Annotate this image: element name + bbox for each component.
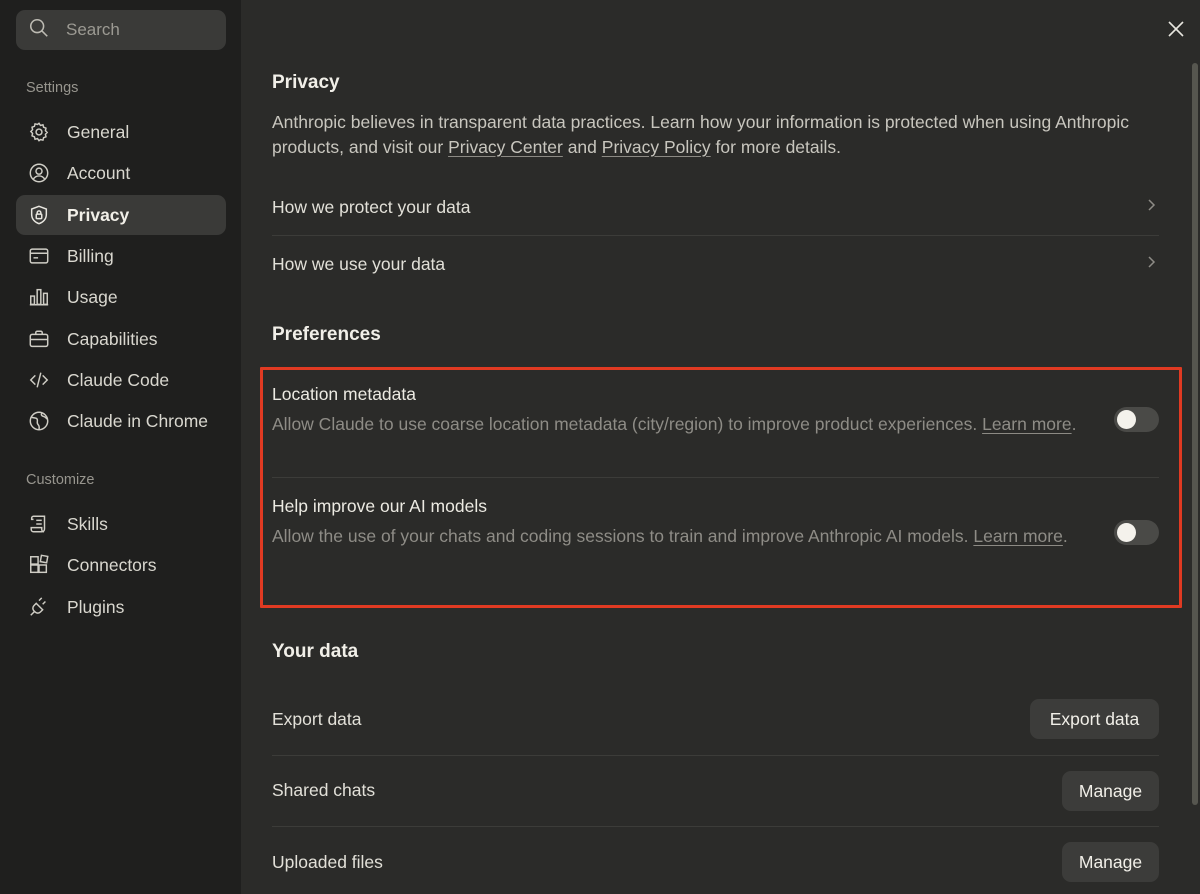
sidebar-item-label: Privacy (67, 204, 130, 225)
sidebar-item-label: General (67, 121, 130, 142)
help-improve-toggle[interactable] (1114, 520, 1159, 545)
sidebar-item-account[interactable]: Account (16, 153, 226, 193)
help-improve-title: Help improve our AI models (272, 496, 487, 516)
sidebar-item-label: Claude in Chrome (67, 410, 209, 431)
divider (272, 755, 1159, 756)
sidebar-item-label: Usage (67, 286, 118, 307)
sidebar-item-label: Plugins (67, 596, 125, 617)
sidebar-item-label: Connectors (67, 554, 157, 575)
row-label: Export data (272, 708, 362, 729)
privacy-description: Anthropic believes in transparent data p… (272, 110, 1132, 160)
divider (272, 477, 1159, 478)
sidebar-item-claude-in-chrome[interactable]: Claude in Chrome (16, 401, 226, 441)
divider (272, 826, 1159, 827)
sidebar-item-privacy[interactable]: Privacy (16, 195, 226, 235)
pref-desc-text: Allow Claude to use coarse location meta… (272, 414, 983, 434)
location-metadata-description: Allow Claude to use coarse location meta… (272, 414, 1077, 434)
row-label: How we protect your data (272, 196, 471, 217)
scrollbar[interactable] (1192, 63, 1198, 805)
settings-content: Privacy Anthropic believes in transparen… (241, 0, 1200, 894)
sidebar-item-connectors[interactable]: Connectors (16, 545, 226, 585)
briefcase-icon (28, 328, 50, 350)
sidebar-item-label: Skills (67, 513, 108, 534)
sidebar-item-label: Claude Code (67, 369, 170, 390)
sidebar: Search Settings General Account Privacy (0, 0, 241, 894)
shared-chats-row: Shared chats (272, 778, 1159, 802)
sidebar-item-skills[interactable]: Skills (16, 504, 226, 544)
user-circle-icon (28, 162, 50, 184)
location-metadata-title: Location metadata (272, 384, 416, 404)
toggle-knob (1117, 410, 1136, 429)
row-label: Shared chats (272, 779, 376, 800)
how-we-use-row[interactable]: How we use your data (272, 252, 1159, 276)
settings-window: Search Settings General Account Privacy (0, 0, 1200, 894)
sidebar-item-label: Capabilities (67, 328, 158, 349)
credit-card-icon (28, 245, 50, 267)
blocks-icon (28, 554, 50, 576)
gear-icon (28, 121, 50, 143)
your-data-heading: Your data (272, 641, 359, 662)
toggle-knob (1117, 523, 1136, 542)
search-input[interactable]: Search (16, 10, 226, 50)
learn-more-link[interactable]: Learn more (982, 414, 1072, 434)
settings-section-label: Settings (26, 80, 79, 96)
privacy-desc-and: and (562, 137, 602, 157)
sidebar-item-capabilities[interactable]: Capabilities (16, 319, 226, 359)
plug-icon (28, 596, 50, 618)
customize-section-label: Customize (26, 472, 95, 488)
sidebar-item-plugins[interactable]: Plugins (16, 587, 226, 627)
scroll-icon (28, 513, 50, 535)
sidebar-item-claude-code[interactable]: Claude Code (16, 360, 226, 400)
search-icon (28, 17, 50, 44)
row-label: How we use your data (272, 253, 446, 274)
sidebar-item-label: Billing (67, 245, 114, 266)
location-metadata-toggle[interactable] (1114, 407, 1159, 432)
chevron-right-icon (1143, 197, 1159, 218)
learn-more-link[interactable]: Learn more (973, 526, 1063, 546)
privacy-center-link[interactable]: Privacy Center (448, 137, 563, 157)
shield-lock-icon (28, 204, 50, 226)
uploaded-files-row: Uploaded files (272, 850, 1159, 874)
privacy-policy-link[interactable]: Privacy Policy (602, 137, 711, 157)
sidebar-item-label: Account (67, 162, 131, 183)
help-improve-description: Allow the use of your chats and coding s… (272, 526, 1068, 546)
sidebar-item-general[interactable]: General (16, 112, 226, 152)
bar-chart-icon (28, 286, 50, 308)
manage-uploaded-files-button[interactable]: Manage (1062, 842, 1159, 882)
preferences-heading: Preferences (272, 324, 381, 345)
pref-desc-text: Allow the use of your chats and coding s… (272, 526, 974, 546)
sidebar-item-usage[interactable]: Usage (16, 277, 226, 317)
code-icon (28, 369, 50, 391)
search-placeholder: Search (66, 20, 120, 39)
globe-icon (28, 410, 50, 432)
export-data-row: Export data (272, 707, 1159, 731)
how-we-protect-row[interactable]: How we protect your data (272, 195, 1159, 219)
chevron-right-icon (1143, 254, 1159, 275)
close-icon (1168, 21, 1184, 37)
divider (272, 235, 1159, 236)
manage-shared-chats-button[interactable]: Manage (1062, 771, 1159, 811)
sidebar-item-billing[interactable]: Billing (16, 236, 226, 276)
export-data-button[interactable]: Export data (1030, 699, 1159, 739)
privacy-heading: Privacy (272, 72, 340, 93)
close-button[interactable] (1167, 20, 1185, 38)
privacy-desc-end: for more details. (710, 137, 842, 157)
row-label: Uploaded files (272, 851, 383, 872)
